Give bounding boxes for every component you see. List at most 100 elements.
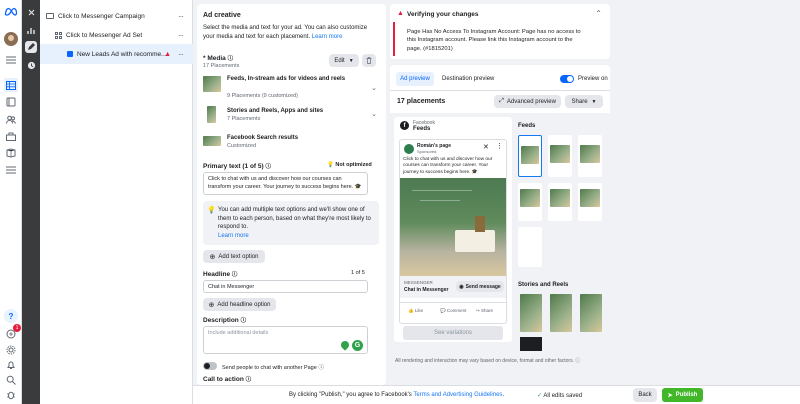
tree-row-campaign[interactable]: Click to Messenger Campaign ···: [40, 6, 193, 26]
advanced-preview-button[interactable]: ⤢ Advanced preview: [494, 95, 561, 108]
placement-group-stories[interactable]: Stories and Reels, Apps and sites 7 Plac…: [203, 106, 379, 126]
feeds-thumbnail[interactable]: [578, 183, 602, 221]
placement-group-sub: Customized: [227, 143, 257, 149]
history-icon[interactable]: [25, 59, 37, 71]
edit-media-button[interactable]: Edit ▼: [329, 54, 359, 67]
info-icon[interactable]: ⓘ: [575, 358, 580, 364]
placement-group-name: Facebook Search results: [227, 135, 299, 141]
publish-button[interactable]: ➤ Publish: [662, 388, 703, 402]
legal-suffix: .: [502, 392, 505, 398]
left-nav-rail: ? 1: [0, 0, 22, 404]
menu-icon[interactable]: [4, 53, 18, 67]
add-headline-option-button[interactable]: ⊕ Add headline option: [203, 298, 276, 311]
bug-report-icon[interactable]: [4, 388, 18, 402]
saved-text: All edits saved: [543, 393, 583, 399]
close-icon[interactable]: ✕: [483, 143, 489, 151]
pages-icon[interactable]: [4, 95, 18, 109]
feeds-thumbnail-selected[interactable]: [518, 135, 542, 177]
learn-more-link[interactable]: Learn more: [312, 34, 343, 40]
info-icon[interactable]: ⓘ: [246, 377, 252, 383]
ad-post: Román's page Sponsored ✕ ⋮ Click to chat…: [399, 139, 507, 324]
business-assets-icon[interactable]: [4, 129, 18, 143]
info-icon[interactable]: ⓘ: [241, 318, 247, 324]
notifications-icon[interactable]: 1: [4, 324, 21, 341]
placement-group-search[interactable]: Facebook Search results Customized: [203, 133, 379, 153]
adset-more-icon[interactable]: ···: [178, 31, 184, 40]
all-tools-icon[interactable]: [4, 163, 18, 177]
tab-ad-preview[interactable]: Ad preview: [396, 72, 434, 86]
placement-group-feeds[interactable]: Feeds, In-stream ads for videos and reel…: [203, 74, 379, 104]
info-icon[interactable]: ⓘ: [266, 164, 272, 170]
cta-headline: Chat in Messenger: [404, 287, 449, 293]
edit-pencil-icon[interactable]: [25, 41, 37, 53]
like-action[interactable]: 👍 Like: [408, 308, 423, 314]
delete-media-button[interactable]: [362, 54, 376, 67]
chevron-down-icon: ▼: [348, 57, 354, 64]
placement-name: Feeds: [413, 126, 431, 132]
feed-preview: f Facebook Feeds Román's page Sponsored …: [394, 117, 512, 342]
preview-area: 17 placements ⤢ Advanced preview Share ▼…: [390, 91, 610, 369]
share-label: Share: [481, 308, 494, 313]
settings-icon[interactable]: [4, 343, 18, 357]
description-input[interactable]: Include additional details G: [203, 326, 368, 354]
stories-thumbnail[interactable]: [520, 337, 542, 351]
tab-destination-preview[interactable]: Destination preview: [442, 72, 494, 86]
search-icon[interactable]: [4, 373, 18, 387]
tree-row-adset[interactable]: Click to Messenger Ad Set ···: [40, 25, 193, 45]
events-manager-icon[interactable]: [4, 146, 18, 160]
media-info-icon[interactable]: ⓘ: [228, 56, 234, 62]
campaign-tree-panel: Click to Messenger Campaign ··· Click to…: [40, 0, 193, 404]
share-preview-button[interactable]: Share ▼: [565, 95, 603, 108]
feeds-thumbnail[interactable]: [548, 183, 572, 221]
chart-icon[interactable]: [25, 24, 37, 36]
cta-label: Call to action ⓘ: [203, 375, 251, 383]
chevron-down-icon[interactable]: ⌄: [371, 84, 377, 92]
tree-row-ad[interactable]: New Leads Ad with recomme... ▲ ···: [40, 44, 193, 64]
comment-action[interactable]: 💬 Comment: [440, 308, 466, 314]
chevron-up-icon[interactable]: ⌃: [595, 9, 602, 18]
info-icon[interactable]: ⓘ: [318, 365, 324, 371]
saved-status: ✓ All edits saved: [537, 392, 582, 399]
feeds-thumbnail: [203, 76, 221, 92]
send-message-button[interactable]: ◉ Send message: [456, 281, 504, 292]
stories-thumbnail[interactable]: [580, 294, 602, 332]
campaign-more-icon[interactable]: ···: [178, 12, 184, 21]
terms-link[interactable]: Terms and Advertising Guidelines: [413, 392, 502, 398]
alerts-bell-icon[interactable]: [4, 358, 18, 372]
info-icon[interactable]: ⓘ: [232, 272, 238, 278]
ad-name: New Leads Ad with recomme...: [77, 50, 167, 58]
primary-text-input[interactable]: Click to chat with us and discover how o…: [203, 172, 368, 195]
see-variations-button[interactable]: See variations: [403, 326, 503, 340]
chevron-down-icon[interactable]: ⌄: [371, 110, 377, 118]
profile-avatar[interactable]: [4, 32, 18, 46]
ad-more-icon[interactable]: ···: [178, 50, 184, 59]
ads-manager-table-icon[interactable]: [4, 78, 18, 92]
description-label-text: Description: [203, 317, 239, 324]
divider: [400, 302, 506, 303]
back-button[interactable]: Back: [633, 388, 657, 402]
feeds-thumbnail[interactable]: [518, 183, 542, 221]
tip-learn-more-link[interactable]: Learn more: [218, 233, 249, 239]
add-text-option-button[interactable]: ⊕ Add text option: [203, 250, 265, 263]
footer-bar: By clicking "Publish," you agree to Face…: [193, 385, 800, 404]
more-options-icon[interactable]: ⋮: [496, 142, 503, 150]
feeds-thumbnail[interactable]: [548, 135, 572, 177]
audiences-icon[interactable]: [4, 112, 18, 126]
feeds-thumbnail[interactable]: [578, 135, 602, 177]
folder-icon: [46, 13, 54, 19]
stories-thumbnail[interactable]: [550, 294, 572, 332]
feeds-section-label: Feeds: [518, 123, 536, 129]
headline-input[interactable]: Chat in Messenger: [203, 280, 368, 293]
grammarly-icon[interactable]: G: [352, 340, 363, 351]
close-icon[interactable]: [25, 6, 37, 18]
feeds-thumbnail[interactable]: [518, 227, 542, 267]
legal-prefix: By clicking "Publish," you agree to Face…: [289, 392, 412, 398]
preview-on-toggle[interactable]: [560, 75, 574, 83]
stories-thumbnail[interactable]: [520, 294, 542, 332]
help-icon[interactable]: ?: [4, 309, 18, 323]
not-optimized-badge: 💡 Not optimized: [327, 162, 372, 168]
verification-title: Verifying your changes: [407, 11, 479, 18]
share-action[interactable]: ↪ Share: [476, 308, 493, 314]
send-to-another-page-toggle[interactable]: [203, 362, 217, 370]
meta-logo-icon[interactable]: [4, 4, 18, 18]
